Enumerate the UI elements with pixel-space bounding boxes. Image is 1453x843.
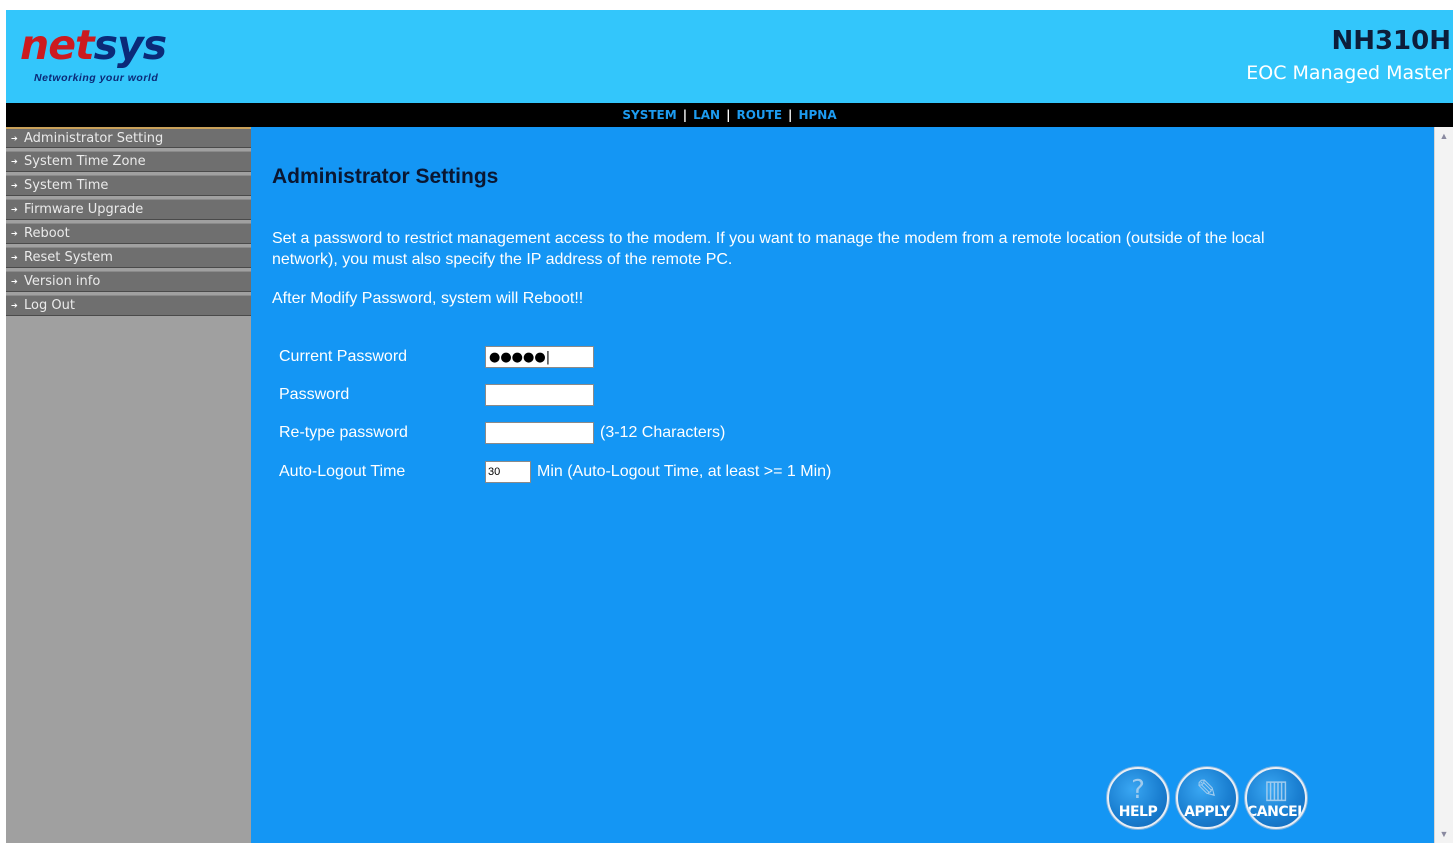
scroll-up-icon[interactable]: ▲ [1437,129,1451,143]
sidebar-item-label: System Time Zone [24,154,146,169]
nav-separator: | [788,108,793,122]
nav-hpna[interactable]: HPNA [795,108,839,122]
sidebar-item-system-time[interactable]: ➔ System Time [6,175,251,196]
nav-separator: | [682,108,688,122]
password-length-hint: (3-12 Characters) [600,424,726,441]
top-nav: SYSTEM | LAN | ROUTE | HPNA [6,103,1453,127]
retype-password-input[interactable] [485,422,594,444]
device-subtitle: EOC Managed Master [1246,62,1451,84]
arrow-right-icon: ➔ [11,181,18,190]
reboot-notice: After Modify Password, system will Reboo… [272,290,584,307]
logo-wordmark: netsys [20,21,168,69]
password-input[interactable] [485,384,594,406]
current-password-input[interactable]: ●●●●●| [485,346,594,368]
auto-logout-row: Auto-Logout Time 30 Min (Auto-Logout Tim… [279,460,831,484]
trash-icon: ▥ [1263,775,1289,805]
auto-logout-label: Auto-Logout Time [279,463,406,480]
sidebar-item-label: Reset System [24,250,113,265]
main-content: Administrator Settings Set a password to… [251,127,1434,843]
retype-password-label: Re-type password [279,424,408,441]
auto-logout-hint: Min (Auto-Logout Time, at least >= 1 Min… [537,463,832,480]
sidebar-item-label: Log Out [24,298,75,313]
arrow-right-icon: ➔ [11,229,18,238]
arrow-right-icon: ➔ [11,301,18,310]
top-nav-links: SYSTEM | LAN | ROUTE | HPNA [619,103,839,127]
netsys-logo: netsys Networking your world [20,22,200,92]
logo-tagline: Networking your world [34,72,159,84]
logo-net: net [20,21,95,69]
sidebar-item-label: Firmware Upgrade [24,202,144,217]
current-password-label: Current Password [279,348,408,365]
sidebar-item-reboot[interactable]: ➔ Reboot [6,223,251,244]
auto-logout-input[interactable]: 30 [485,461,531,483]
page-description: Set a password to restrict management ac… [272,230,1265,268]
page-title: Administrator Settings [272,165,499,188]
current-password-row: Current Password ●●●●●| [279,345,594,369]
sidebar-item-firmware-upgrade[interactable]: ➔ Firmware Upgrade [6,199,251,220]
vertical-scrollbar[interactable]: ▲ ▼ [1434,127,1453,843]
sidebar-item-label: Reboot [24,226,70,241]
password-row: Password [279,383,594,407]
sidebar-item-log-out[interactable]: ➔ Log Out [6,295,251,316]
sidebar-item-administrator-setting[interactable]: ➔ Administrator Setting [6,127,251,148]
question-icon: ? [1131,775,1145,805]
check-icon: ✎ [1196,775,1218,805]
header: netsys Networking your world NH310H EOC … [6,10,1453,103]
scroll-down-icon[interactable]: ▼ [1437,827,1451,841]
nav-lan[interactable]: LAN [690,108,723,122]
sidebar-item-label: Administrator Setting [24,130,164,146]
sidebar-item-version-info[interactable]: ➔ Version info [6,271,251,292]
sidebar: ➔ Administrator Setting ➔ System Time Zone… [6,127,251,843]
arrow-right-icon: ➔ [11,277,18,286]
nav-separator: | [726,108,731,122]
cancel-button[interactable]: ▥ CANCEL [1245,767,1307,829]
sidebar-item-label: System Time [24,178,109,193]
sidebar-item-label: Version info [24,274,101,289]
nav-route[interactable]: ROUTE [733,108,785,122]
device-model: NH310H [1331,26,1451,56]
arrow-right-icon: ➔ [11,133,18,143]
app-window: netsys Networking your world NH310H EOC … [6,10,1453,843]
logo-sys: sys [93,21,168,69]
sidebar-item-reset-system[interactable]: ➔ Reset System [6,247,251,268]
help-button-label: HELP [1118,804,1158,820]
cancel-button-label: CANCEL [1247,804,1306,820]
arrow-right-icon: ➔ [11,205,18,214]
password-label: Password [279,386,350,403]
apply-button[interactable]: ✎ APPLY [1176,767,1238,829]
sidebar-item-system-time-zone[interactable]: ➔ System Time Zone [6,151,251,172]
arrow-right-icon: ➔ [11,157,18,166]
apply-button-label: APPLY [1184,804,1230,820]
help-button[interactable]: ? HELP [1107,767,1169,829]
arrow-right-icon: ➔ [11,253,18,262]
nav-system[interactable]: SYSTEM [619,108,679,122]
retype-password-row: Re-type password (3-12 Characters) [279,421,725,445]
